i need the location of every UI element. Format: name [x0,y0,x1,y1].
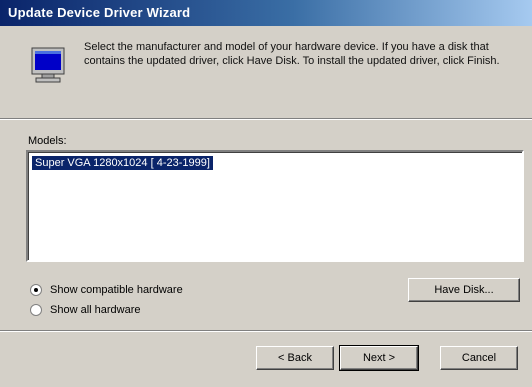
next-button[interactable]: Next > [339,345,419,371]
monitor-icon [28,46,68,86]
radio-show-compatible[interactable]: Show compatible hardware [30,282,183,298]
radio-button-checked[interactable] [30,284,42,296]
have-disk-button[interactable]: Have Disk... [408,278,520,302]
wizard-header: Select the manufacturer and model of you… [0,26,532,118]
title-bar[interactable]: Update Device Driver Wizard [0,0,532,26]
instructions-text: Select the manufacturer and model of you… [84,41,500,67]
header-divider [0,118,532,120]
radio-show-all[interactable]: Show all hardware [30,302,141,318]
list-item-selected[interactable]: Super VGA 1280x1024 [ 4-23-1999] [32,156,213,170]
cancel-button[interactable]: Cancel [440,346,518,370]
wizard-window: Update Device Driver Wizard Select the m… [0,0,532,387]
show-compatible-label: Show compatible hardware [50,284,183,296]
models-label: Models: [28,135,67,147]
back-button[interactable]: < Back [256,346,334,370]
models-listbox[interactable]: Super VGA 1280x1024 [ 4-23-1999] [26,150,524,262]
radio-button-unchecked[interactable] [30,304,42,316]
show-all-label: Show all hardware [50,304,141,316]
footer-divider [0,330,532,332]
window-title: Update Device Driver Wizard [8,5,191,20]
